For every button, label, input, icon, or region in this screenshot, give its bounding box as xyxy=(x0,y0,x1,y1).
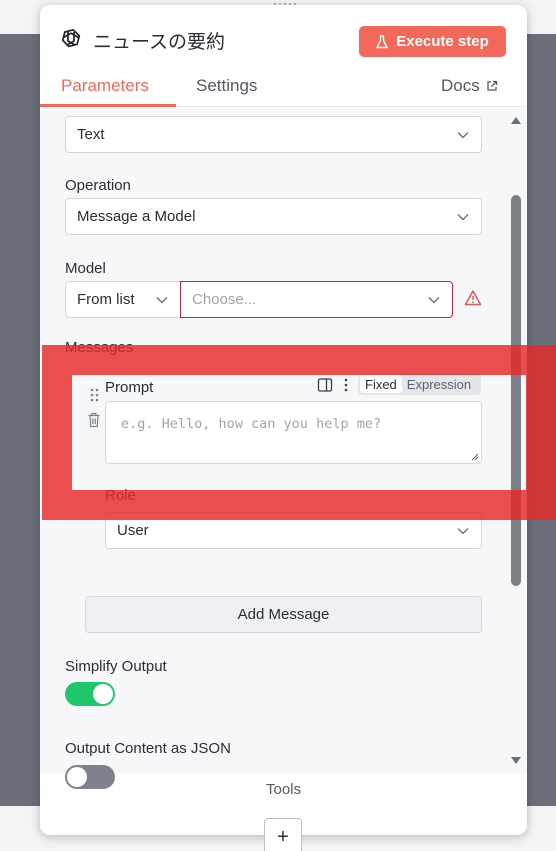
model-label: Model xyxy=(65,260,106,277)
simplify-output-label: Simplify Output xyxy=(65,658,167,675)
execute-step-label: Execute step xyxy=(396,33,489,50)
model-select[interactable]: Choose... xyxy=(180,281,453,318)
scroll-down-arrow-icon[interactable] xyxy=(510,756,522,766)
resource-select[interactable]: Text xyxy=(65,116,482,153)
role-select-value: User xyxy=(117,522,149,539)
model-mode-value: From list xyxy=(77,291,135,308)
tools-label: Tools xyxy=(265,781,302,798)
flask-icon xyxy=(376,34,388,48)
resource-select-value: Text xyxy=(77,126,105,143)
toggle-knob xyxy=(93,684,113,704)
openai-icon xyxy=(61,28,81,48)
external-link-icon xyxy=(487,80,497,91)
tab-docs[interactable]: Docs xyxy=(441,76,498,96)
execute-step-button[interactable]: Execute step xyxy=(359,26,506,57)
model-mode-select[interactable]: From list xyxy=(65,281,181,318)
operation-select-value: Message a Model xyxy=(77,208,196,225)
scroll-up-arrow-icon[interactable] xyxy=(510,115,522,125)
chevron-down-icon xyxy=(457,528,469,535)
tab-settings[interactable]: Settings xyxy=(196,76,257,96)
add-tool-button[interactable]: + xyxy=(264,818,302,851)
tab-parameters[interactable]: Parameters xyxy=(61,76,149,96)
chevron-down-icon xyxy=(457,132,469,139)
active-tab-indicator xyxy=(40,104,176,107)
chevron-down-icon xyxy=(457,214,469,221)
operation-label: Operation xyxy=(65,177,131,194)
chevron-down-icon xyxy=(156,297,168,304)
model-placeholder: Choose... xyxy=(192,291,257,308)
node-title[interactable]: ニュースの要約 xyxy=(93,27,225,54)
panel-header: ニュースの要約 Execute step Parameters Settings… xyxy=(40,5,527,107)
output-json-label: Output Content as JSON xyxy=(65,740,231,757)
simplify-output-toggle[interactable] xyxy=(65,682,115,706)
chevron-down-icon xyxy=(428,297,440,304)
add-message-button[interactable]: Add Message xyxy=(85,596,482,633)
highlight-annotation-box xyxy=(42,345,556,520)
warning-icon xyxy=(464,290,482,306)
docs-label: Docs xyxy=(441,76,480,95)
operation-select[interactable]: Message a Model xyxy=(65,198,482,235)
